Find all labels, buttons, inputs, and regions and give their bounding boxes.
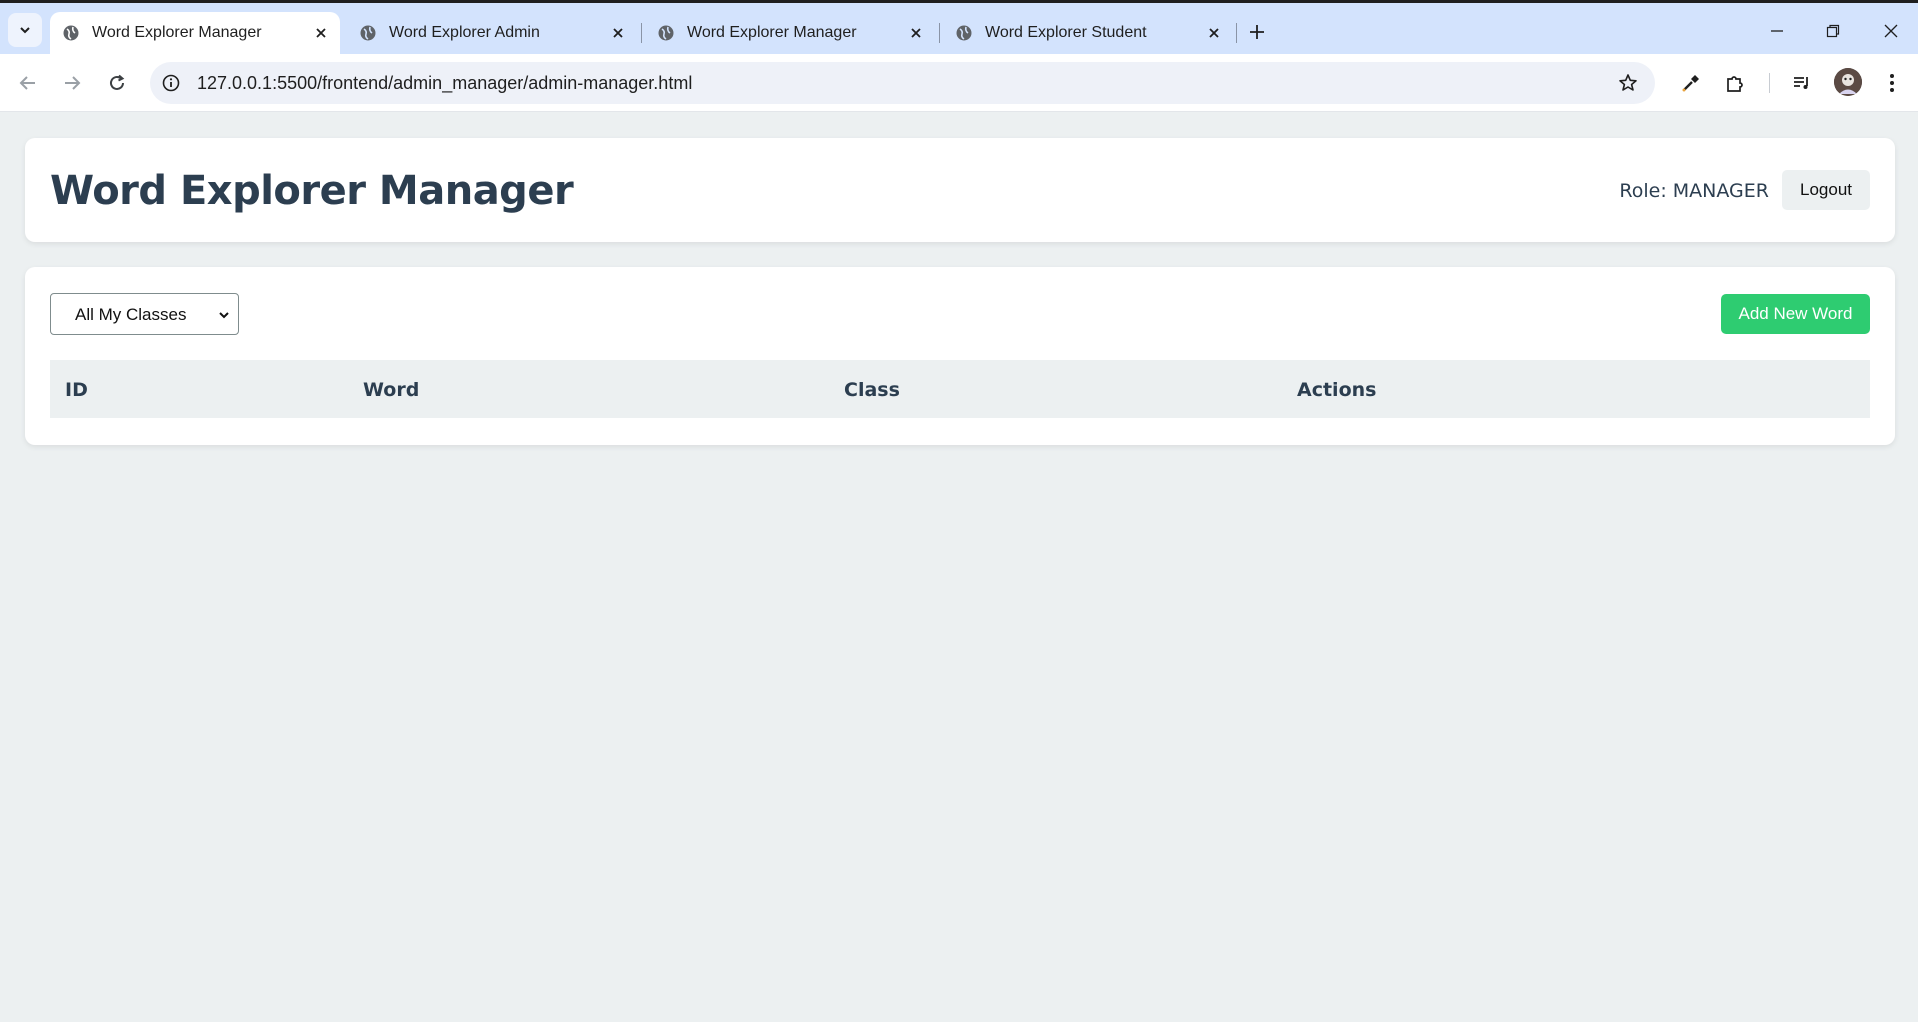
chevron-down-icon xyxy=(216,307,232,323)
restore-button[interactable] xyxy=(1818,17,1848,45)
column-header-actions: Actions xyxy=(1297,379,1377,401)
words-card: All My Classes Add New Word ID Word Clas… xyxy=(25,267,1895,445)
arrow-left-icon xyxy=(19,76,35,90)
url-text: 127.0.0.1:5500/frontend/admin_manager/ad… xyxy=(197,73,693,93)
address-bar[interactable]: 127.0.0.1:5500/frontend/admin_manager/ad… xyxy=(150,62,1655,104)
profile-avatar[interactable] xyxy=(1834,68,1862,96)
new-tab-button[interactable] xyxy=(1244,19,1270,45)
minimize-button[interactable] xyxy=(1762,17,1792,45)
reload-button[interactable] xyxy=(101,67,133,99)
column-header-id: ID xyxy=(65,379,88,401)
browser-menu-button[interactable] xyxy=(1876,67,1908,99)
kebab-menu-icon xyxy=(1890,74,1894,92)
tab-word-explorer-student[interactable]: Word Explorer Student xyxy=(943,12,1233,54)
tab-separator xyxy=(939,23,940,43)
bookmark-star-icon[interactable] xyxy=(1617,72,1639,94)
eyedropper-extension-button[interactable] xyxy=(1675,67,1707,99)
tab-separator xyxy=(641,23,642,43)
close-window-button[interactable] xyxy=(1876,17,1906,45)
back-button[interactable] xyxy=(12,67,44,99)
tab-title: Word Explorer Admin xyxy=(389,24,540,41)
tab-word-explorer-manager[interactable]: Word Explorer Manager xyxy=(645,12,935,54)
media-controls-button[interactable] xyxy=(1786,67,1818,99)
minimize-icon xyxy=(1771,30,1783,32)
toolbar-divider xyxy=(1769,73,1770,93)
header-card: Word Explorer Manager Role: MANAGER Logo… xyxy=(25,138,1895,242)
globe-icon xyxy=(359,24,377,42)
plus-icon xyxy=(1250,25,1264,39)
close-icon xyxy=(1884,24,1898,38)
page-body: Word Explorer Manager Role: MANAGER Logo… xyxy=(0,112,1918,1022)
restore-icon xyxy=(1826,24,1840,38)
tab-search-button[interactable] xyxy=(8,13,42,47)
close-icon[interactable] xyxy=(905,22,927,44)
tab-separator xyxy=(1236,23,1237,43)
globe-icon xyxy=(955,24,973,42)
playlist-icon xyxy=(1794,77,1808,89)
tab-word-explorer-manager-active[interactable]: Word Explorer Manager xyxy=(50,12,340,54)
tab-title: Word Explorer Student xyxy=(985,24,1147,41)
class-filter-select[interactable]: All My Classes xyxy=(50,293,239,335)
info-icon[interactable] xyxy=(160,72,182,94)
tab-title: Word Explorer Manager xyxy=(687,24,857,41)
browser-toolbar: 127.0.0.1:5500/frontend/admin_manager/ad… xyxy=(0,54,1918,112)
puzzle-icon xyxy=(1727,76,1743,92)
logout-button[interactable]: Logout xyxy=(1782,170,1870,210)
add-new-word-button[interactable]: Add New Word xyxy=(1721,294,1870,334)
tab-strip: Word Explorer Manager Word Explorer Admi… xyxy=(0,3,1918,54)
tab-word-explorer-admin[interactable]: Word Explorer Admin xyxy=(347,12,637,54)
forward-button[interactable] xyxy=(56,67,88,99)
words-table-header: ID Word Class Actions xyxy=(50,360,1870,418)
close-icon[interactable] xyxy=(607,22,629,44)
column-header-word: Word xyxy=(363,379,420,401)
close-icon[interactable] xyxy=(1203,22,1225,44)
reload-icon xyxy=(110,74,125,90)
globe-icon xyxy=(657,24,675,42)
globe-icon xyxy=(62,24,80,42)
tab-title: Word Explorer Manager xyxy=(92,24,262,41)
extensions-button[interactable] xyxy=(1719,67,1751,99)
arrow-right-icon xyxy=(65,76,81,90)
chevron-down-icon xyxy=(20,27,30,34)
class-filter-value: All My Classes xyxy=(75,305,187,324)
role-label: Role: MANAGER xyxy=(1619,180,1769,202)
eyedropper-icon xyxy=(1682,75,1699,92)
column-header-class: Class xyxy=(844,379,900,401)
close-icon[interactable] xyxy=(310,22,332,44)
page-title: Word Explorer Manager xyxy=(50,168,574,214)
